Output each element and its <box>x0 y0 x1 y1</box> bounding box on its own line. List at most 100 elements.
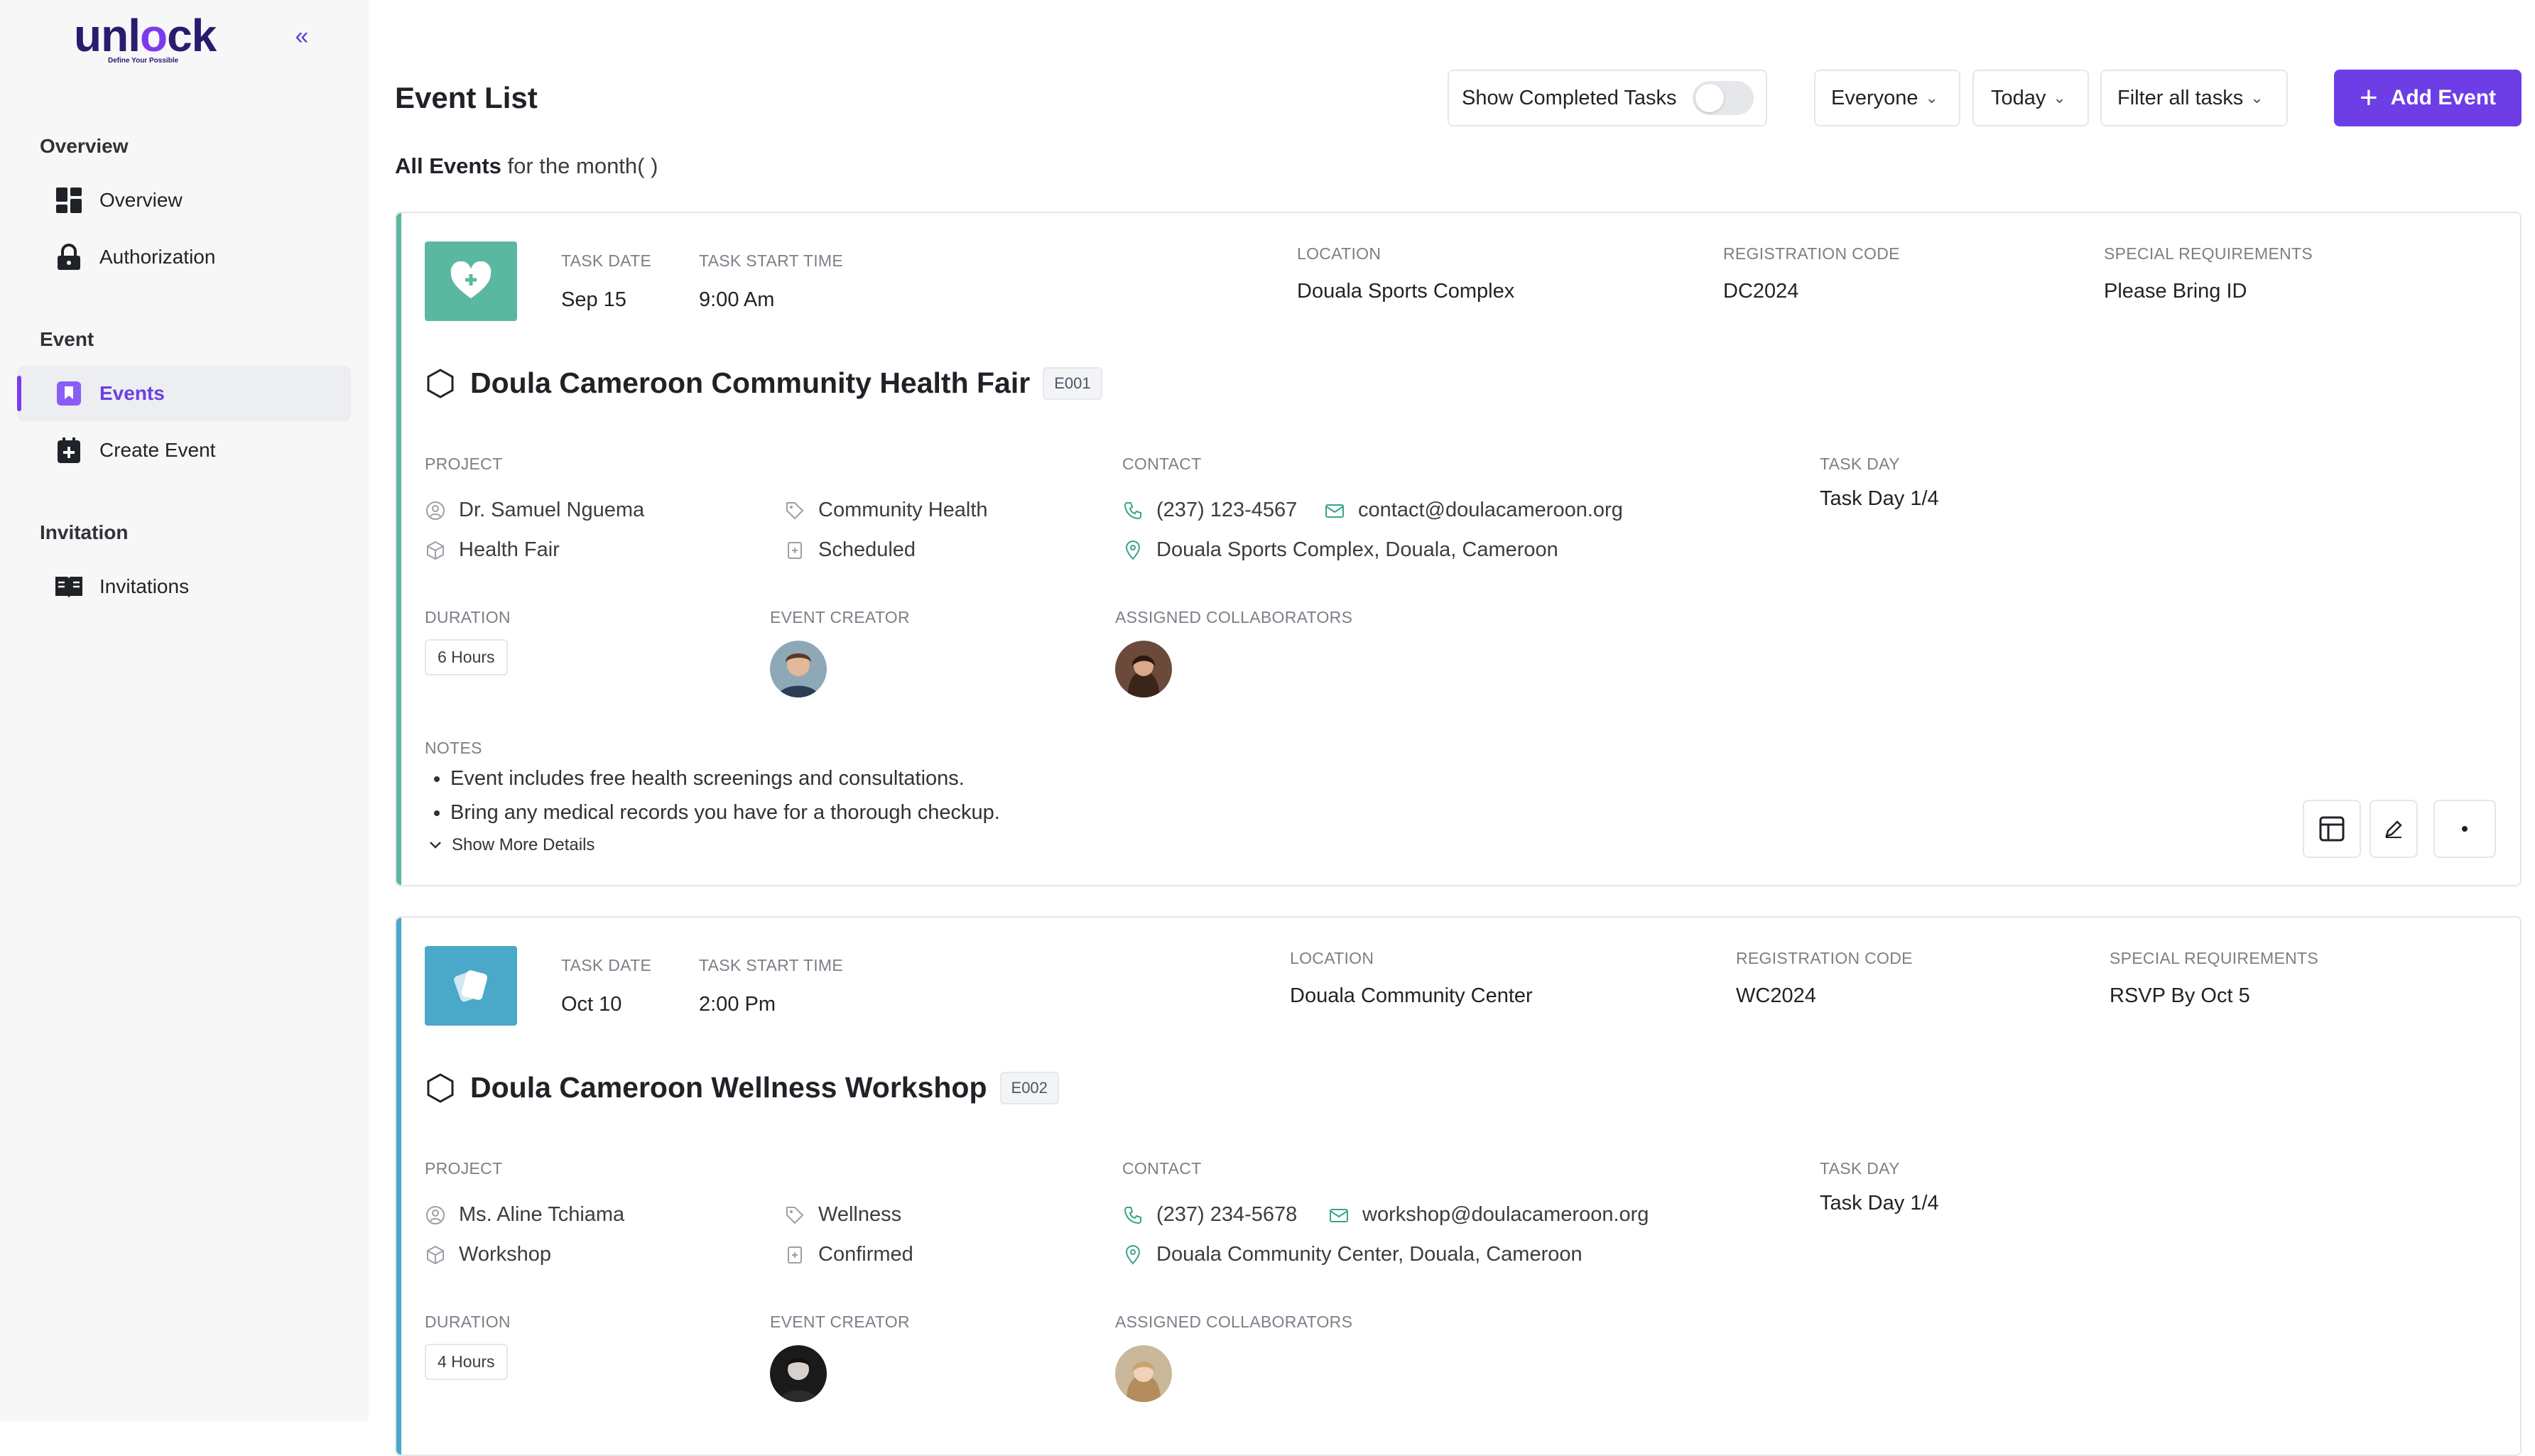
pencil-icon <box>2385 820 2402 838</box>
task-start-time-label: TASK START TIME <box>699 251 844 270</box>
chevron-down-icon: ⌄ <box>2250 89 2264 107</box>
location-label: LOCATION <box>1297 244 1382 263</box>
sidebar-item-label: Overview <box>99 189 183 211</box>
event-title[interactable]: Doula Cameroon Community Health Fair <box>470 366 1030 400</box>
event-code-badge: E002 <box>999 1071 1059 1104</box>
sidebar-item-overview[interactable]: Overview <box>17 173 351 228</box>
notes-label: NOTES <box>425 739 482 757</box>
today-dropdown[interactable]: Today ⌄ <box>1972 70 2089 126</box>
task-date-value: Oct 10 <box>561 993 622 1016</box>
duration-label: DURATION <box>425 1313 511 1331</box>
category-row: Community Health <box>784 499 988 522</box>
filter-tasks-dropdown[interactable]: Filter all tasks ⌄ <box>2100 70 2288 126</box>
app-logo[interactable]: unlock Define Your Possible <box>74 10 217 65</box>
phone-icon <box>1122 500 1144 521</box>
contact-label: CONTACT <box>1122 455 1202 473</box>
phone-row[interactable]: (237) 123-4567 <box>1122 499 1297 522</box>
dashboard-icon <box>54 185 84 215</box>
show-completed-toggle[interactable] <box>1692 81 1754 115</box>
organizer-name: Dr. Samuel Nguema <box>459 499 645 521</box>
email-row[interactable]: workshop@doulacameroon.org <box>1328 1203 1649 1227</box>
collapse-sidebar-icon[interactable]: « <box>291 24 313 48</box>
project-label: PROJECT <box>425 455 503 473</box>
event-title-row: Doula Cameroon Wellness Workshop E002 <box>425 1071 1059 1104</box>
task-date-label: TASK DATE <box>561 956 652 974</box>
sidebar-item-events[interactable]: Events <box>17 366 351 421</box>
registration-code-value: DC2024 <box>1723 280 1799 303</box>
more-options-button[interactable] <box>2433 800 2496 858</box>
sidebar: unlock Define Your Possible « Overview O… <box>0 0 369 1421</box>
organizer-row: Ms. Aline Tchiama <box>425 1203 624 1227</box>
special-requirements-label: SPECIAL REQUIREMENTS <box>2110 949 2318 967</box>
category-row: Wellness <box>784 1203 901 1227</box>
task-start-time-value: 2:00 Pm <box>699 993 776 1016</box>
lock-icon <box>54 242 84 272</box>
clipboard-icon <box>784 540 805 561</box>
special-requirements-label: SPECIAL REQUIREMENTS <box>2104 244 2313 263</box>
chevron-down-icon <box>430 842 441 849</box>
user-circle-icon <box>425 500 446 521</box>
show-completed-label: Show Completed Tasks <box>1462 86 1677 109</box>
table-view-button[interactable] <box>2303 800 2361 858</box>
today-dropdown-label: Today <box>1991 86 2046 109</box>
tag-icon <box>784 1205 805 1226</box>
logo-wordmark: unlock <box>74 10 217 61</box>
section-title-event: Event <box>40 328 94 350</box>
status-row: Confirmed <box>784 1243 913 1266</box>
duration-badge: 4 Hours <box>425 1344 508 1380</box>
show-more-details-toggle[interactable]: Show More Details <box>428 835 595 855</box>
event-status: Confirmed <box>818 1243 913 1266</box>
sidebar-item-create-event[interactable]: Create Event <box>17 423 351 478</box>
special-requirements-value: RSVP By Oct 5 <box>2110 984 2250 1007</box>
duration-label: DURATION <box>425 608 511 626</box>
section-title-invitation: Invitation <box>40 521 129 543</box>
project-label: PROJECT <box>425 1159 503 1178</box>
event-creator-label: EVENT CREATOR <box>770 1313 910 1331</box>
sidebar-item-authorization[interactable]: Authorization <box>17 229 351 285</box>
bookmark-icon <box>54 379 84 408</box>
email-row[interactable]: contact@doulacameroon.org <box>1324 499 1623 522</box>
hexagon-icon <box>427 1072 454 1103</box>
collaborator-avatar[interactable] <box>1115 1345 1172 1402</box>
event-creator-avatar[interactable] <box>770 641 827 697</box>
everyone-dropdown[interactable]: Everyone ⌄ <box>1814 70 1960 126</box>
tag-icon <box>784 500 805 521</box>
add-event-button[interactable]: + Add Event <box>2334 70 2522 126</box>
task-start-time-label: TASK START TIME <box>699 956 844 974</box>
address-row[interactable]: Douala Sports Complex, Douala, Cameroon <box>1122 538 1558 562</box>
event-accent-bar <box>396 213 401 885</box>
event-status: Scheduled <box>818 538 916 561</box>
special-requirements-value: Please Bring ID <box>2104 280 2247 303</box>
address-row[interactable]: Douala Community Center, Douala, Cameroo… <box>1122 1243 1583 1266</box>
sidebar-item-invitations[interactable]: Invitations <box>17 559 351 614</box>
registration-code-label: REGISTRATION CODE <box>1723 244 1900 263</box>
collaborator-avatar[interactable] <box>1115 641 1172 697</box>
status-row: Scheduled <box>784 538 916 562</box>
contact-email: workshop@doulacameroon.org <box>1362 1203 1649 1226</box>
note-item: Event includes free health screenings an… <box>450 761 1000 795</box>
chevron-down-icon: ⌄ <box>2053 89 2066 107</box>
edit-button[interactable] <box>2370 800 2418 858</box>
event-creator-avatar[interactable] <box>770 1345 827 1402</box>
phone-row[interactable]: (237) 234-5678 <box>1122 1203 1297 1227</box>
task-day-label: TASK DAY <box>1820 1159 1900 1178</box>
map-pin-icon <box>1122 1244 1144 1266</box>
filter-tasks-label: Filter all tasks <box>2117 86 2244 109</box>
location-value: Douala Community Center <box>1290 984 1533 1007</box>
section-title-overview: Overview <box>40 135 129 157</box>
task-date-value: Sep 15 <box>561 288 626 311</box>
phone-icon <box>1122 1205 1144 1226</box>
mail-icon <box>1324 500 1345 521</box>
user-circle-icon <box>425 1205 446 1226</box>
assigned-collaborators-label: ASSIGNED COLLABORATORS <box>1115 1313 1353 1331</box>
event-title[interactable]: Doula Cameroon Wellness Workshop <box>470 1071 987 1104</box>
show-completed-toggle-control[interactable]: Show Completed Tasks <box>1448 70 1767 126</box>
organizer-row: Dr. Samuel Nguema <box>425 499 644 522</box>
map-pin-icon <box>1122 540 1144 561</box>
event-card: TASK DATE Sep 15 TASK START TIME 9:00 Am… <box>395 212 2522 886</box>
cube-icon <box>425 1244 446 1266</box>
registration-code-value: WC2024 <box>1736 984 1816 1007</box>
sidebar-item-label: Events <box>99 382 165 404</box>
chevron-down-icon: ⌄ <box>1925 89 1938 107</box>
event-card: TASK DATE Oct 10 TASK START TIME 2:00 Pm… <box>395 916 2522 1456</box>
